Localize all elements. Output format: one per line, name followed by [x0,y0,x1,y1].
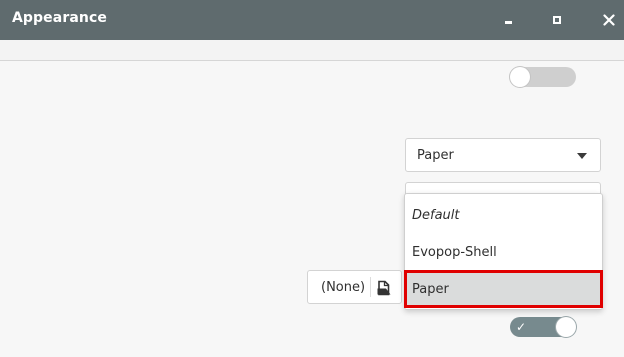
maximize-icon [553,16,561,24]
minimize-icon [504,20,512,24]
dropdown-item-paper[interactable]: Paper [406,272,601,307]
close-icon [603,14,615,26]
appearance-window: Appearance Paper (None) ✓ Default Evopop… [0,0,624,357]
dropdown-item-evopop-shell[interactable]: Evopop-Shell [406,235,601,272]
dropdown-item-label: Paper [412,282,449,297]
close-button[interactable] [597,8,621,32]
dropdown-item-label: Default [412,208,460,223]
check-icon: ✓ [516,320,527,334]
open-file-icon [377,280,391,296]
top-switch[interactable] [510,67,576,87]
maximize-button[interactable] [545,8,569,32]
file-chooser-value: (None) [321,280,366,295]
minimize-button[interactable] [496,8,520,32]
chevron-down-icon [577,153,587,159]
window-title: Appearance [12,10,107,26]
switch-knob [556,317,576,337]
file-chooser-divider [370,277,371,297]
theme-combo[interactable]: Paper [405,138,601,172]
switch-knob [510,67,530,87]
dropdown-item-default[interactable]: Default [406,198,601,235]
titlebar: Appearance [0,0,624,40]
theme-combo-value: Paper [417,148,454,163]
bottom-switch[interactable]: ✓ [510,317,576,337]
shell-theme-dropdown: Default Evopop-Shell Paper [404,193,603,310]
dropdown-item-label: Evopop-Shell [412,245,497,260]
file-chooser-button[interactable]: (None) [307,270,402,304]
